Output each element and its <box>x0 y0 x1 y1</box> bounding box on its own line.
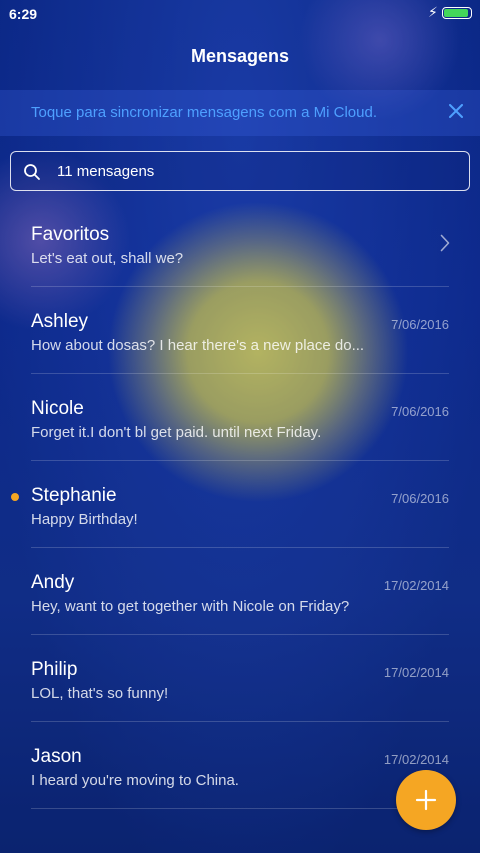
conversation-row[interactable]: Ashley How about dosas? I hear there's a … <box>0 287 480 374</box>
conversation-row[interactable]: Philip LOL, that's so funny! 17/02/2014 <box>0 635 480 722</box>
contact-name: Philip <box>31 659 78 680</box>
battery-level <box>444 9 468 17</box>
status-bar: 6:29 ⚡ <box>0 0 480 28</box>
contact-name: Nicole <box>31 398 84 419</box>
message-date: 7/06/2016 <box>391 491 449 506</box>
plus-icon <box>415 789 437 811</box>
divider <box>31 808 449 809</box>
contact-name: Stephanie <box>31 485 117 506</box>
sync-banner-text[interactable]: Toque para sincronizar mensagens com a M… <box>31 104 377 121</box>
contact-name: Jason <box>31 746 82 767</box>
unread-dot <box>11 493 19 501</box>
message-preview: Hey, want to get together with Nicole on… <box>31 598 350 615</box>
contact-name: Andy <box>31 572 75 593</box>
message-date: 7/06/2016 <box>391 317 449 332</box>
message-date: 17/02/2014 <box>383 665 449 680</box>
close-icon[interactable] <box>444 99 468 123</box>
status-time: 6:29 <box>9 6 38 22</box>
message-preview: How about dosas? I hear there's a new pl… <box>31 337 365 354</box>
conversation-list: Favoritos Let's eat out, shall we? Ashley H… <box>0 200 480 809</box>
charging-bolt-icon: ⚡ <box>428 4 438 20</box>
conversation-row[interactable]: Favoritos Let's eat out, shall we? <box>0 200 480 287</box>
chevron-right-icon <box>440 234 450 257</box>
message-preview: I heard you're moving to China. <box>31 772 239 789</box>
search-bar[interactable] <box>10 151 470 191</box>
search-input[interactable] <box>55 152 459 191</box>
message-preview: Let's eat out, shall we? <box>31 250 184 267</box>
sync-banner[interactable]: Toque para sincronizar mensagens com a M… <box>0 90 480 136</box>
conversation-row[interactable]: Stephanie Happy Birthday! 7/06/2016 <box>0 461 480 548</box>
message-preview: Happy Birthday! <box>31 511 138 528</box>
message-preview: LOL, that's so funny! <box>31 685 169 702</box>
contact-name: Favoritos <box>31 224 110 245</box>
message-date: 7/06/2016 <box>391 404 449 419</box>
battery-icon <box>442 7 472 19</box>
conversation-row[interactable]: Nicole Forget it.I don't bl get paid. unt… <box>0 374 480 461</box>
contact-name: Ashley <box>31 311 89 332</box>
search-icon <box>23 163 41 186</box>
page-title: Mensagens <box>190 46 290 66</box>
new-message-button[interactable] <box>396 770 456 830</box>
message-date: 17/02/2014 <box>383 752 449 767</box>
conversation-row[interactable]: Andy Hey, want to get together with Nicol… <box>0 548 480 635</box>
message-date: 17/02/2014 <box>383 578 449 593</box>
message-preview: Forget it.I don't bl get paid. until nex… <box>31 424 322 441</box>
